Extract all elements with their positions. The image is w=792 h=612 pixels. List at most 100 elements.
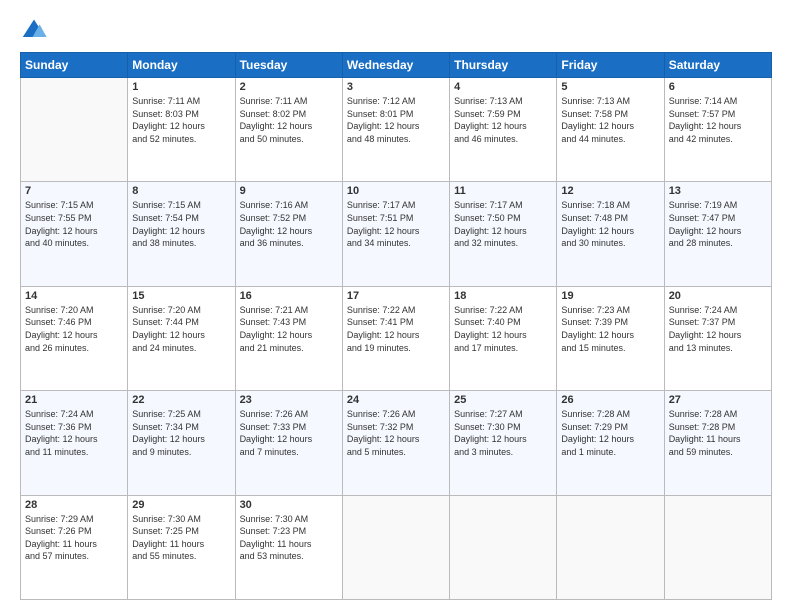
calendar-cell [342, 495, 449, 599]
day-number: 23 [240, 394, 338, 406]
day-info: Sunrise: 7:15 AM Sunset: 7:54 PM Dayligh… [132, 199, 230, 249]
day-info: Sunrise: 7:24 AM Sunset: 7:37 PM Dayligh… [669, 304, 767, 354]
day-info: Sunrise: 7:26 AM Sunset: 7:32 PM Dayligh… [347, 408, 445, 458]
calendar-cell [664, 495, 771, 599]
calendar-cell: 17Sunrise: 7:22 AM Sunset: 7:41 PM Dayli… [342, 286, 449, 390]
calendar-header-friday: Friday [557, 53, 664, 78]
calendar-cell: 21 Sunrise: 7:24 AM Sunset: 7:36 PM Dayli… [21, 391, 128, 495]
day-number: 13 [669, 185, 767, 197]
calendar-week-row: 14Sunrise: 7:20 AM Sunset: 7:46 PM Dayli… [21, 286, 772, 390]
day-number: 1 [132, 81, 230, 93]
calendar-week-row: 21 Sunrise: 7:24 AM Sunset: 7:36 PM Dayli… [21, 391, 772, 495]
day-number: 20 [669, 290, 767, 302]
day-info: Sunrise: 7:18 AM Sunset: 7:48 PM Dayligh… [561, 199, 659, 249]
day-info: Sunrise: 7:11 AM Sunset: 8:02 PM Dayligh… [240, 95, 338, 145]
day-info: Sunrise: 7:26 AM Sunset: 7:33 PM Dayligh… [240, 408, 338, 458]
calendar-table: SundayMondayTuesdayWednesdayThursdayFrid… [20, 52, 772, 600]
calendar-cell: 8 Sunrise: 7:15 AM Sunset: 7:54 PM Daylig… [128, 182, 235, 286]
day-number: 15 [132, 290, 230, 302]
calendar-cell: 5Sunrise: 7:13 AM Sunset: 7:58 PM Daylig… [557, 78, 664, 182]
day-number: 24 [347, 394, 445, 406]
day-info: Sunrise: 7:12 AM Sunset: 8:01 PM Dayligh… [347, 95, 445, 145]
calendar-cell: 10 Sunrise: 7:17 AM Sunset: 7:51 PM Dayli… [342, 182, 449, 286]
logo-icon [20, 16, 48, 44]
calendar-cell: 27 Sunrise: 7:28 AM Sunset: 7:28 PM Dayli… [664, 391, 771, 495]
day-number: 29 [132, 499, 230, 511]
calendar-header-wednesday: Wednesday [342, 53, 449, 78]
day-number: 8 [132, 185, 230, 197]
day-info: Sunrise: 7:20 AM Sunset: 7:44 PM Dayligh… [132, 304, 230, 354]
day-info: Sunrise: 7:15 AM Sunset: 7:55 PM Dayligh… [25, 199, 123, 249]
day-info: Sunrise: 7:30 AM Sunset: 7:23 PM Dayligh… [240, 513, 338, 563]
day-number: 17 [347, 290, 445, 302]
calendar-cell [450, 495, 557, 599]
calendar-header-saturday: Saturday [664, 53, 771, 78]
day-number: 5 [561, 81, 659, 93]
calendar-cell: 6 Sunrise: 7:14 AM Sunset: 7:57 PM Daylig… [664, 78, 771, 182]
calendar-cell: 2 Sunrise: 7:11 AM Sunset: 8:02 PM Daylig… [235, 78, 342, 182]
day-number: 21 [25, 394, 123, 406]
page: SundayMondayTuesdayWednesdayThursdayFrid… [0, 0, 792, 612]
calendar-cell: 12 Sunrise: 7:18 AM Sunset: 7:48 PM Dayli… [557, 182, 664, 286]
calendar-cell: 16 Sunrise: 7:21 AM Sunset: 7:43 PM Dayli… [235, 286, 342, 390]
calendar-cell: 18 Sunrise: 7:22 AM Sunset: 7:40 PM Dayli… [450, 286, 557, 390]
calendar-cell: 23 Sunrise: 7:26 AM Sunset: 7:33 PM Dayli… [235, 391, 342, 495]
day-info: Sunrise: 7:17 AM Sunset: 7:50 PM Dayligh… [454, 199, 552, 249]
calendar-header-sunday: Sunday [21, 53, 128, 78]
day-number: 16 [240, 290, 338, 302]
day-info: Sunrise: 7:24 AM Sunset: 7:36 PM Dayligh… [25, 408, 123, 458]
day-number: 18 [454, 290, 552, 302]
calendar-cell: 26Sunrise: 7:28 AM Sunset: 7:29 PM Dayli… [557, 391, 664, 495]
calendar-header-tuesday: Tuesday [235, 53, 342, 78]
day-number: 30 [240, 499, 338, 511]
day-info: Sunrise: 7:22 AM Sunset: 7:40 PM Dayligh… [454, 304, 552, 354]
calendar-cell: 11 Sunrise: 7:17 AM Sunset: 7:50 PM Dayli… [450, 182, 557, 286]
calendar-cell: 30 Sunrise: 7:30 AM Sunset: 7:23 PM Dayli… [235, 495, 342, 599]
day-number: 27 [669, 394, 767, 406]
day-info: Sunrise: 7:13 AM Sunset: 7:59 PM Dayligh… [454, 95, 552, 145]
day-number: 2 [240, 81, 338, 93]
calendar-cell: 9Sunrise: 7:16 AM Sunset: 7:52 PM Daylig… [235, 182, 342, 286]
day-number: 3 [347, 81, 445, 93]
calendar-cell: 29Sunrise: 7:30 AM Sunset: 7:25 PM Dayli… [128, 495, 235, 599]
day-number: 25 [454, 394, 552, 406]
day-number: 26 [561, 394, 659, 406]
calendar-cell: 28Sunrise: 7:29 AM Sunset: 7:26 PM Dayli… [21, 495, 128, 599]
day-info: Sunrise: 7:27 AM Sunset: 7:30 PM Dayligh… [454, 408, 552, 458]
day-info: Sunrise: 7:25 AM Sunset: 7:34 PM Dayligh… [132, 408, 230, 458]
calendar-cell: 22Sunrise: 7:25 AM Sunset: 7:34 PM Dayli… [128, 391, 235, 495]
day-number: 19 [561, 290, 659, 302]
calendar-cell: 20 Sunrise: 7:24 AM Sunset: 7:37 PM Dayli… [664, 286, 771, 390]
calendar-cell: 3 Sunrise: 7:12 AM Sunset: 8:01 PM Daylig… [342, 78, 449, 182]
logo [20, 16, 52, 44]
calendar-cell: 24 Sunrise: 7:26 AM Sunset: 7:32 PM Dayli… [342, 391, 449, 495]
day-number: 12 [561, 185, 659, 197]
day-number: 11 [454, 185, 552, 197]
calendar-cell: 4 Sunrise: 7:13 AM Sunset: 7:59 PM Daylig… [450, 78, 557, 182]
calendar-cell: 25 Sunrise: 7:27 AM Sunset: 7:30 PM Dayli… [450, 391, 557, 495]
day-number: 10 [347, 185, 445, 197]
day-info: Sunrise: 7:29 AM Sunset: 7:26 PM Dayligh… [25, 513, 123, 563]
day-number: 4 [454, 81, 552, 93]
day-info: Sunrise: 7:21 AM Sunset: 7:43 PM Dayligh… [240, 304, 338, 354]
day-info: Sunrise: 7:14 AM Sunset: 7:57 PM Dayligh… [669, 95, 767, 145]
calendar-cell: 19 Sunrise: 7:23 AM Sunset: 7:39 PM Dayli… [557, 286, 664, 390]
calendar-week-row: 28Sunrise: 7:29 AM Sunset: 7:26 PM Dayli… [21, 495, 772, 599]
day-number: 6 [669, 81, 767, 93]
calendar-cell: 14Sunrise: 7:20 AM Sunset: 7:46 PM Dayli… [21, 286, 128, 390]
calendar-header-monday: Monday [128, 53, 235, 78]
calendar-cell [557, 495, 664, 599]
calendar-cell [21, 78, 128, 182]
day-number: 9 [240, 185, 338, 197]
day-info: Sunrise: 7:19 AM Sunset: 7:47 PM Dayligh… [669, 199, 767, 249]
day-info: Sunrise: 7:17 AM Sunset: 7:51 PM Dayligh… [347, 199, 445, 249]
calendar-header-row: SundayMondayTuesdayWednesdayThursdayFrid… [21, 53, 772, 78]
calendar-cell: 13 Sunrise: 7:19 AM Sunset: 7:47 PM Dayli… [664, 182, 771, 286]
day-info: Sunrise: 7:11 AM Sunset: 8:03 PM Dayligh… [132, 95, 230, 145]
day-info: Sunrise: 7:28 AM Sunset: 7:28 PM Dayligh… [669, 408, 767, 458]
calendar-week-row: 1 Sunrise: 7:11 AM Sunset: 8:03 PM Daylig… [21, 78, 772, 182]
calendar-cell: 1 Sunrise: 7:11 AM Sunset: 8:03 PM Daylig… [128, 78, 235, 182]
day-number: 7 [25, 185, 123, 197]
day-info: Sunrise: 7:20 AM Sunset: 7:46 PM Dayligh… [25, 304, 123, 354]
day-info: Sunrise: 7:23 AM Sunset: 7:39 PM Dayligh… [561, 304, 659, 354]
